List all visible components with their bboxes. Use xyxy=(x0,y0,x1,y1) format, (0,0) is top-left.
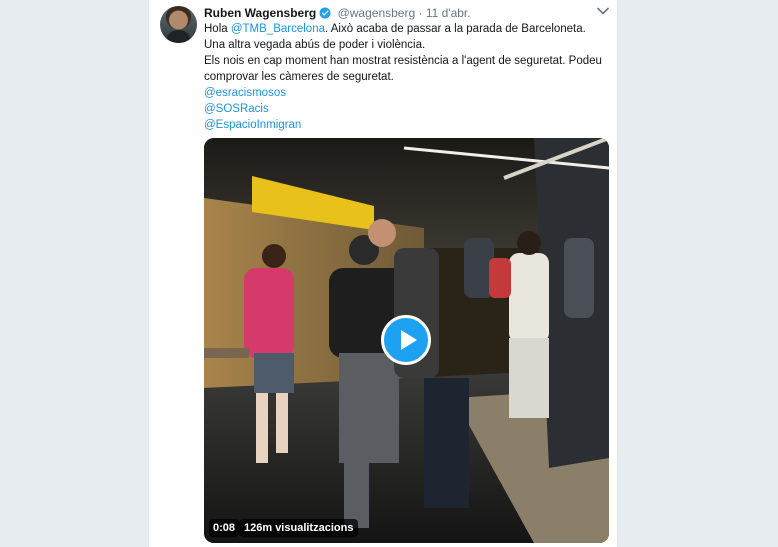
avatar[interactable] xyxy=(160,6,197,43)
video-views: 126m visualitzacions xyxy=(239,519,359,537)
tweet-timestamp[interactable]: 11 d'abr. xyxy=(426,6,471,20)
video-player[interactable]: 0:08 126m visualitzacions xyxy=(204,138,609,543)
mention-esracismosos[interactable]: @esracismosos xyxy=(204,85,604,101)
mention-tmb-barcelona[interactable]: @TMB_Barcelona xyxy=(231,23,325,35)
tweet-text: Hola @TMB_Barcelona. Això acaba de passa… xyxy=(204,21,604,133)
tweet-text-line-2: Una altra vegada abús de poder i violènc… xyxy=(204,39,426,51)
separator-dot: · xyxy=(418,6,423,20)
verified-badge-icon xyxy=(319,7,331,19)
tweet-header: Ruben Wagensberg @wagensberg · 11 d'abr. xyxy=(204,5,471,21)
video-duration: 0:08 xyxy=(209,519,240,537)
tweet-text-line-4: comprovar les càmeres de seguretat. xyxy=(204,71,394,83)
text-suffix: . Això acaba de passar a la parada de Ba… xyxy=(325,23,586,35)
tweet-text-line-3: Els nois en cap moment han mostrat resis… xyxy=(204,55,602,67)
tweet-text-line-1: Hola @TMB_Barcelona. Això acaba de passa… xyxy=(204,21,604,37)
avatar-shirt xyxy=(166,30,191,43)
author-name[interactable]: Ruben Wagensberg xyxy=(204,6,316,20)
chevron-down-icon[interactable] xyxy=(597,7,609,15)
mention-espacioinmigran[interactable]: @EspacioInmigran xyxy=(204,117,604,133)
person-white-shirt xyxy=(509,231,549,418)
mention-sosracis[interactable]: @SOSRacis xyxy=(204,101,604,117)
play-icon xyxy=(401,330,417,350)
tweet-card[interactable]: Ruben Wagensberg @wagensberg · 11 d'abr.… xyxy=(148,0,618,547)
play-button[interactable] xyxy=(381,315,431,365)
author-handle[interactable]: @wagensberg xyxy=(338,6,416,20)
text-prefix: Hola xyxy=(204,23,231,35)
bench xyxy=(204,348,249,358)
